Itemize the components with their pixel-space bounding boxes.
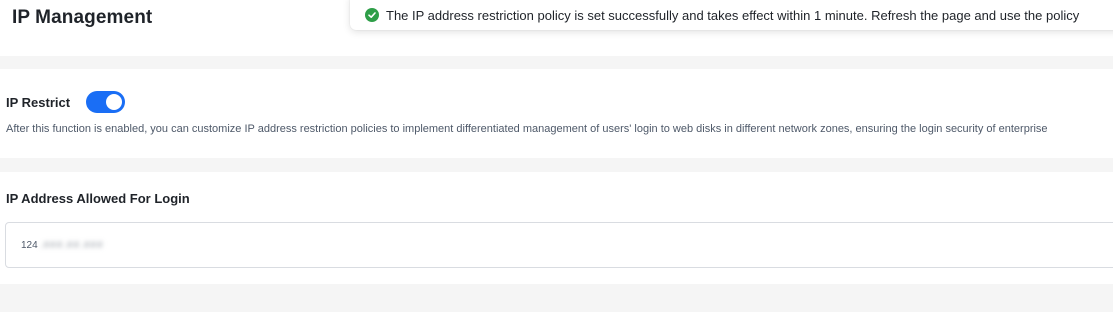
success-toast: The IP address restriction policy is set…: [350, 0, 1113, 30]
ip-restrict-row: IP Restrict: [6, 91, 126, 113]
ip-restrict-card: IP Restrict After this function is enabl…: [0, 69, 1113, 158]
toggle-knob: [106, 94, 123, 110]
ip-value-visible: 124: [21, 239, 38, 251]
check-circle-icon: [365, 8, 379, 22]
toast-message: The IP address restriction policy is set…: [386, 7, 1080, 23]
page-title: IP Management: [12, 7, 153, 28]
allowed-ips-input[interactable]: 124 .###.##.###: [5, 222, 1113, 268]
allowed-ips-card: IP Address Allowed For Login 124 .###.##.…: [0, 172, 1113, 284]
ip-value-masked: .###.##.###: [39, 239, 104, 251]
ip-restrict-toggle[interactable]: [86, 91, 126, 113]
ip-restrict-description: After this function is enabled, you can …: [6, 123, 1048, 135]
checkmark-icon: [368, 12, 376, 18]
allowed-ips-label: IP Address Allowed For Login: [6, 191, 190, 206]
ip-restrict-label: IP Restrict: [6, 94, 71, 110]
